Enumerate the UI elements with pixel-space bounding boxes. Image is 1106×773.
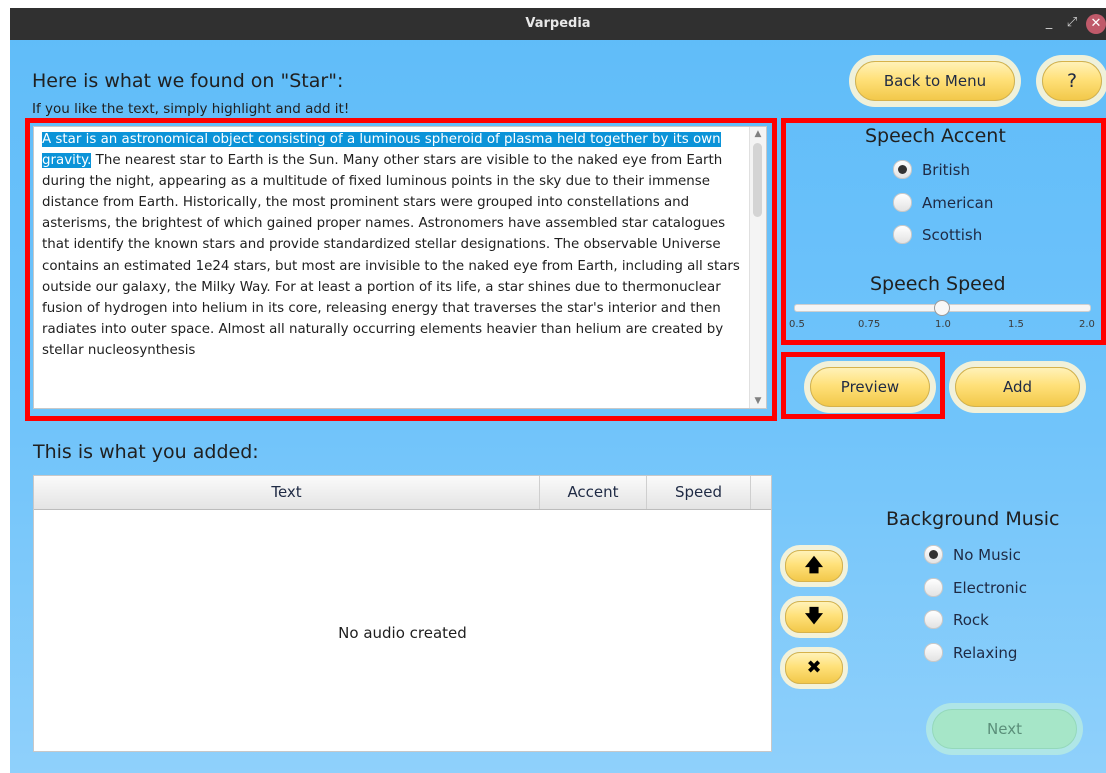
music-option-rock[interactable]: Rock <box>924 610 989 629</box>
column-header-text[interactable]: Text <box>34 476 540 509</box>
accent-option-american[interactable]: American <box>893 193 993 212</box>
column-header-accent[interactable]: Accent <box>540 476 647 509</box>
speed-tick-label: 2.0 <box>1079 319 1095 330</box>
title-bar: Varpedia _ ⤢ ✕ <box>10 8 1106 40</box>
move-down-button[interactable]: 🡇 <box>785 601 843 633</box>
radio-button[interactable] <box>893 160 912 179</box>
radio-button[interactable] <box>924 545 943 564</box>
minimize-icon[interactable]: _ <box>1040 14 1058 32</box>
preview-button[interactable]: Preview <box>810 367 930 407</box>
radio-button[interactable] <box>924 610 943 629</box>
radio-button[interactable] <box>924 643 943 662</box>
window-title: Varpedia <box>525 16 591 31</box>
next-button[interactable]: Next <box>932 709 1077 749</box>
column-header-speed[interactable]: Speed <box>647 476 751 509</box>
empty-table-message: No audio created <box>338 624 467 642</box>
move-up-button[interactable]: 🡅 <box>785 550 843 582</box>
add-button[interactable]: Add <box>955 367 1080 407</box>
table-header: Text Accent Speed <box>34 476 771 510</box>
article-text: A star is an astronomical object consist… <box>42 129 747 361</box>
article-rest-text: The nearest star to Earth is the Sun. Ma… <box>42 153 740 358</box>
arrow-down-icon: 🡇 <box>804 606 824 627</box>
arrow-up-icon: 🡅 <box>804 555 824 576</box>
vertical-scrollbar[interactable]: ▲ ▼ <box>749 127 766 408</box>
page-title: Here is what we found on "Star": <box>32 70 344 92</box>
speed-tick-label: 1.5 <box>1008 319 1024 330</box>
delete-button[interactable]: ✖ <box>785 652 843 684</box>
speed-tick-label: 0.75 <box>858 319 881 330</box>
added-section-title: This is what you added: <box>33 441 259 463</box>
back-to-menu-button[interactable]: Back to Menu <box>855 61 1015 101</box>
speech-speed-title: Speech Speed <box>870 273 1006 295</box>
music-option-relaxing[interactable]: Relaxing <box>924 643 1017 662</box>
speech-speed-slider-thumb[interactable] <box>934 300 950 316</box>
scroll-up-icon[interactable]: ▲ <box>750 127 766 141</box>
close-icon[interactable]: ✕ <box>1086 14 1106 34</box>
music-option-no-music[interactable]: No Music <box>924 545 1021 564</box>
scroll-thumb[interactable] <box>753 143 762 217</box>
speed-tick-label: 0.5 <box>789 319 805 330</box>
close-icon: ✖ <box>806 657 822 678</box>
radio-button[interactable] <box>924 578 943 597</box>
music-option-electronic[interactable]: Electronic <box>924 578 1027 597</box>
background-music-title: Background Music <box>886 508 1060 530</box>
page-subtitle: If you like the text, simply highlight a… <box>32 101 350 117</box>
accent-option-british[interactable]: British <box>893 160 970 179</box>
speech-accent-title: Speech Accent <box>865 125 1006 147</box>
radio-button[interactable] <box>893 193 912 212</box>
speed-tick-label: 1.0 <box>935 319 951 330</box>
help-button[interactable]: ? <box>1042 61 1102 101</box>
scroll-down-icon[interactable]: ▼ <box>750 394 766 408</box>
article-text-area[interactable]: A star is an astronomical object consist… <box>33 126 767 409</box>
radio-button[interactable] <box>893 225 912 244</box>
app-window: Varpedia _ ⤢ ✕ Here is what we found on … <box>10 8 1106 773</box>
maximize-icon[interactable]: ⤢ <box>1063 14 1081 32</box>
added-audio-table[interactable]: Text Accent Speed No audio created <box>33 475 772 752</box>
accent-option-scottish[interactable]: Scottish <box>893 225 982 244</box>
